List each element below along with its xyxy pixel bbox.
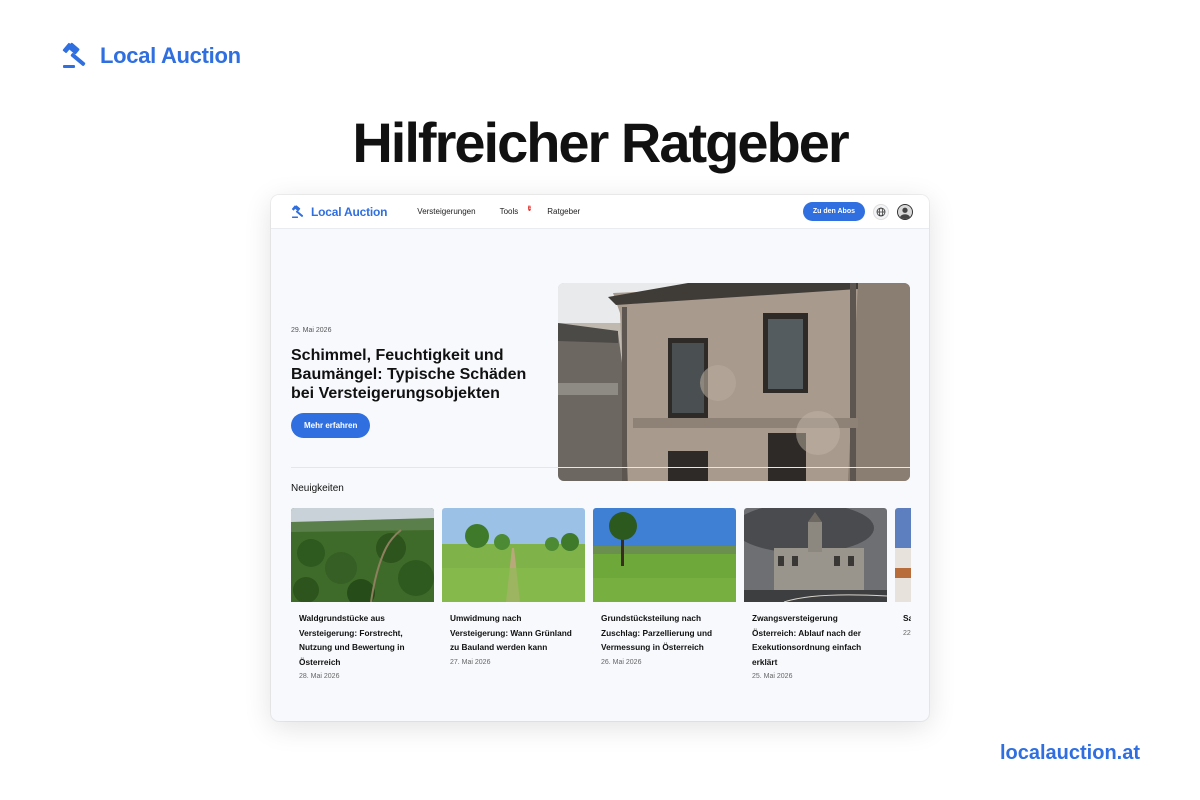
read-more-button[interactable]: Mehr erfahren — [291, 413, 371, 438]
news-date: 22 — [903, 629, 911, 637]
news-image-city — [895, 508, 911, 602]
website-url[interactable]: localauction.at — [1000, 742, 1140, 765]
nav-links: Versteigerungen Tools 1 Ratgeber — [417, 204, 580, 217]
notification-badge: 1 — [528, 204, 532, 211]
news-date: 25. Mai 2026 — [752, 673, 793, 680]
nav-logo-text: Local Auction — [311, 204, 388, 219]
hero-image[interactable] — [558, 283, 910, 481]
subscriptions-button[interactable]: Zu den Abos — [802, 202, 865, 221]
gavel-icon — [62, 42, 86, 68]
top-nav: Local Auction Versteigerungen Tools 1 Ra… — [271, 195, 929, 229]
news-heading: Neuigkeiten — [291, 483, 344, 494]
news-title: Sa Ös Ge Vo — [903, 613, 911, 623]
news-date: 27. Mai 2026 — [450, 658, 491, 666]
news-carousel: Waldgrundstücke aus Versteigerung: Forst… — [291, 508, 911, 708]
nav-link-ratgeber[interactable]: Ratgeber — [547, 207, 580, 217]
nav-actions: Zu den Abos — [802, 202, 913, 221]
nav-logo[interactable]: Local Auction — [291, 205, 387, 219]
nav-link-tools-label: Tools — [499, 206, 519, 216]
section-divider — [291, 467, 910, 468]
news-card[interactable]: Grundstücksteilung nach Zuschlag: Parzel… — [593, 508, 736, 708]
avatar[interactable] — [897, 203, 913, 220]
news-card[interactable]: Waldgrundstücke aus Versteigerung: Forst… — [291, 508, 434, 708]
news-image-meadow — [442, 508, 585, 602]
news-card[interactable]: Zwangsversteigerung Österreich: Ablauf n… — [744, 508, 887, 708]
news-title: Grundstücksteilung nach Zuschlag: Parzel… — [601, 613, 713, 652]
page-headline: Hilfreicher Ratgeber — [352, 111, 849, 174]
news-image-grassland — [593, 508, 736, 602]
news-card[interactable]: Umwidmung nach Versteigerung: Wann Grünl… — [442, 508, 585, 708]
hero-section: 29. Mai 2026 Schimmel, Feuchtigkeit und … — [271, 229, 929, 481]
news-image-courthouse — [744, 508, 887, 602]
brand-logo[interactable]: Local Auction — [62, 42, 241, 70]
app-screenshot: Local Auction Versteigerungen Tools 1 Ra… — [271, 195, 929, 721]
hero-date: 29. Mai 2026 — [291, 327, 332, 334]
news-card[interactable]: Sa Ös Ge Vo 22 — [895, 508, 911, 708]
nav-link-tools[interactable]: Tools 1 — [499, 204, 532, 217]
news-date: 26. Mai 2026 — [601, 658, 642, 666]
gavel-icon — [291, 204, 304, 218]
news-title: Umwidmung nach Versteigerung: Wann Grünl… — [450, 613, 572, 652]
nav-link-versteigerungen[interactable]: Versteigerungen — [417, 207, 475, 217]
news-title: Waldgrundstücke aus Versteigerung: Forst… — [299, 613, 405, 667]
hero-text: 29. Mai 2026 Schimmel, Feuchtigkeit und … — [291, 327, 541, 438]
brand-name: Local Auction — [100, 43, 241, 68]
news-date: 28. Mai 2026 — [299, 673, 340, 680]
news-title: Zwangsversteigerung Österreich: Ablauf n… — [752, 613, 862, 667]
globe-icon[interactable] — [873, 203, 889, 220]
news-image-forest — [291, 508, 434, 602]
hero-title[interactable]: Schimmel, Feuchtigkeit und Baumängel: Ty… — [291, 346, 541, 403]
